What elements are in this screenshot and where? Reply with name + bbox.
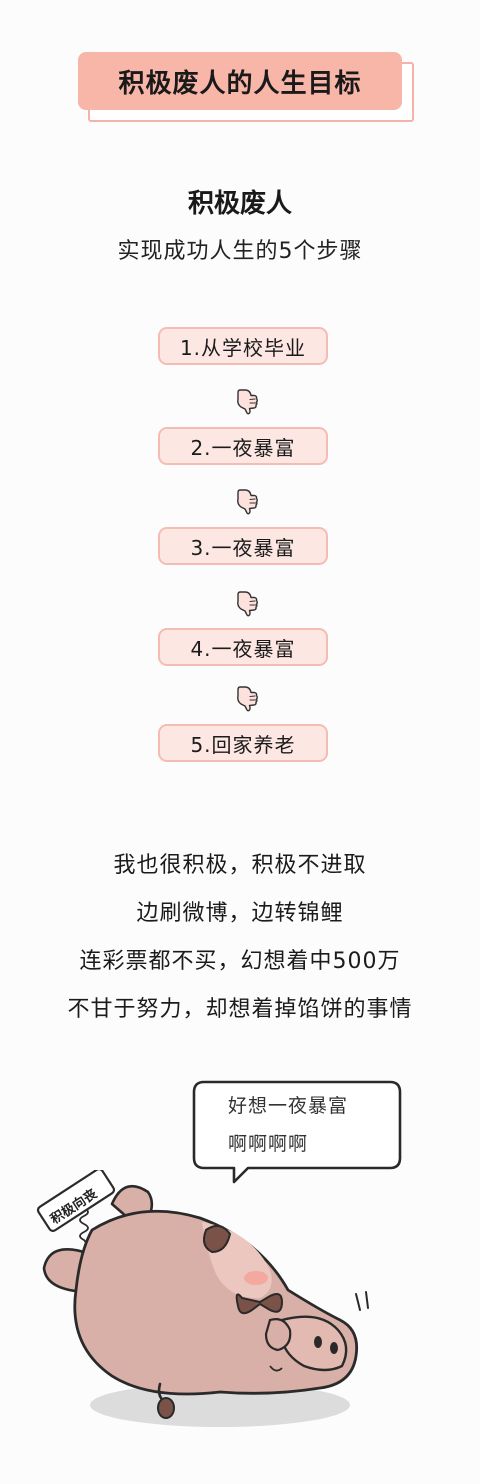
step-3: 3.一夜暴富 xyxy=(158,527,328,565)
pointing-down-hand-icon xyxy=(237,591,258,617)
body-paragraph: 我也很积极，积极不进取 边刷微博，边转锦鲤 连彩票都不买，幻想着中500万 不甘… xyxy=(0,842,480,1034)
pointing-down-hand-icon xyxy=(237,686,258,712)
motion-lines xyxy=(355,1291,369,1311)
step-2: 2.一夜暴富 xyxy=(158,427,328,465)
speech-line: 好想一夜暴富 xyxy=(228,1095,349,1117)
section-title: 积极废人 xyxy=(0,183,480,220)
header-banner: 积极废人的人生目标 xyxy=(78,52,414,122)
pig-hand xyxy=(264,1318,292,1352)
step-label: 1.从学校毕业 xyxy=(179,335,307,360)
paragraph-line: 我也很积极，积极不进取 xyxy=(113,853,367,878)
pointing-down-hand-icon xyxy=(237,389,258,415)
step-label: 5.回家养老 xyxy=(190,732,296,757)
paragraph-line: 连彩票都不买，幻想着中500万 xyxy=(79,949,401,974)
step-label: 3.一夜暴富 xyxy=(190,535,296,560)
paragraph-line: 不甘于努力，却想着掉馅饼的事情 xyxy=(67,997,413,1022)
step-5: 5.回家养老 xyxy=(158,724,328,762)
paragraph-line: 边刷微博，边转锦鲤 xyxy=(136,901,344,926)
section-title-text: 积极废人 xyxy=(186,183,294,220)
page-title: 积极废人的人生目标 xyxy=(118,68,362,99)
pig-cheek xyxy=(244,1271,268,1285)
step-1: 1.从学校毕业 xyxy=(158,327,328,365)
step-label: 4.一夜暴富 xyxy=(190,636,296,661)
step-label: 2.一夜暴富 xyxy=(190,435,296,460)
step-4: 4.一夜暴富 xyxy=(158,628,328,666)
pointing-down-hand-icon xyxy=(237,489,258,515)
article-page: 积极废人的人生目标 积极废人 实现成功人生的5个步骤 1.从学校毕业 2.一夜暴… xyxy=(0,0,480,1484)
speech-line: 啊啊啊啊 xyxy=(228,1133,309,1155)
section-subtitle: 实现成功人生的5个步骤 xyxy=(117,239,363,264)
banner-box: 积极废人的人生目标 xyxy=(78,52,402,110)
